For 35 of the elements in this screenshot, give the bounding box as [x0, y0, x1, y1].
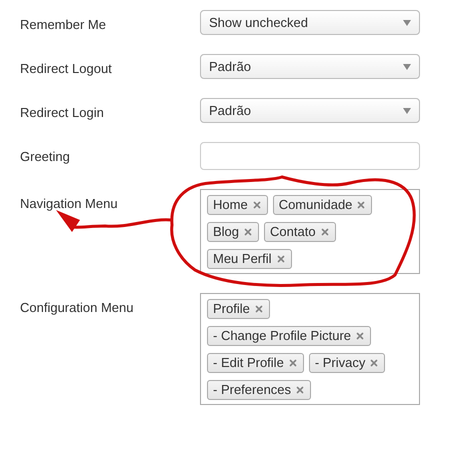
tag-chip[interactable]: Blog	[207, 222, 260, 242]
select-field[interactable]: Show unchecked	[200, 10, 420, 35]
tag-chip[interactable]: - Preferences	[207, 380, 312, 400]
field-label: Greeting	[20, 148, 71, 166]
tag-chip[interactable]: - Edit Profile	[207, 353, 304, 373]
tags-field[interactable]: Home Comunidade Blog Contato Meu Perfil	[200, 189, 420, 274]
remove-icon[interactable]	[276, 254, 286, 264]
remove-icon[interactable]	[369, 358, 380, 368]
field-label: Navigation Menu	[20, 195, 119, 213]
field-label: Remember Me	[20, 16, 107, 34]
field-label: Redirect Logout	[20, 60, 113, 78]
remove-icon[interactable]	[254, 304, 264, 314]
tag-chip[interactable]: Comunidade	[272, 195, 372, 215]
dropdown-caret-icon	[403, 20, 411, 26]
dropdown-caret-icon	[403, 64, 411, 70]
tag-chip[interactable]: - Change Profile Picture	[207, 326, 372, 346]
remove-icon[interactable]	[320, 227, 330, 237]
tags-field[interactable]: Profile - Change Profile Picture - Edit Profile - Privacy - Preferences	[200, 293, 420, 405]
remove-icon[interactable]	[288, 358, 298, 368]
tag-chip[interactable]: - Privacy	[308, 353, 386, 373]
remove-icon[interactable]	[243, 227, 254, 237]
field-label: Configuration Menu	[20, 299, 134, 317]
remove-icon[interactable]	[295, 385, 306, 395]
remove-icon[interactable]	[355, 331, 366, 341]
tag-chip[interactable]: Profile	[207, 299, 270, 319]
select-field[interactable]: Padrão	[200, 54, 420, 79]
remove-icon[interactable]	[252, 200, 262, 210]
tag-chip[interactable]: Meu Perfil	[207, 249, 292, 269]
tag-chip[interactable]: Contato	[264, 222, 336, 242]
dropdown-caret-icon	[403, 108, 411, 114]
field-label: Redirect Login	[20, 104, 105, 122]
tag-chip[interactable]: Home	[207, 195, 268, 215]
input-field[interactable]	[200, 142, 420, 170]
remove-icon[interactable]	[356, 200, 366, 210]
select-field[interactable]: Padrão	[200, 98, 420, 123]
